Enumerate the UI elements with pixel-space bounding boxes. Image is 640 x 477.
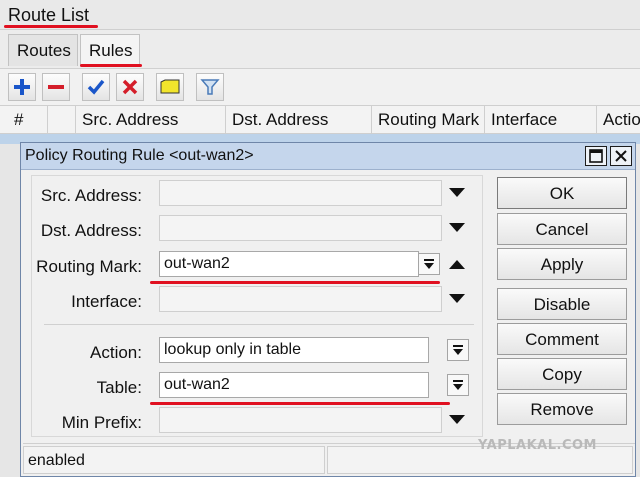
column-header-flags[interactable] [48,106,76,134]
copy-button[interactable]: Copy [497,358,627,390]
cancel-button[interactable]: Cancel [497,213,627,245]
close-icon [615,150,627,162]
expand-arrow-icon[interactable] [446,217,468,239]
min-prefix-field[interactable] [159,407,442,433]
status-text: enabled [23,446,325,474]
tab-routes[interactable]: Routes [8,34,78,66]
window-titlebar: Route List [0,0,640,30]
disable-button[interactable]: Disable [497,288,627,320]
routing-mark-label: Routing Mark: [36,257,142,276]
interface-label: Interface: [71,292,142,311]
filter-icon [200,79,220,95]
expand-arrow-icon[interactable] [446,409,468,431]
comment-button[interactable]: Comment [497,323,627,355]
expand-arrow-icon[interactable] [446,288,468,310]
remove-button[interactable]: Remove [497,393,627,425]
tab-label: Rules [89,41,133,60]
toolbar [0,68,640,106]
divider [44,324,474,325]
window-title: Route List [8,5,90,25]
table-label: Table: [96,378,142,397]
plus-icon [14,79,30,95]
tab-label: Routes [17,41,71,60]
apply-button[interactable]: Apply [497,248,627,280]
watermark: YAPLAKAL.COM [478,438,597,453]
minus-icon [48,85,64,89]
dst-address-label: Dst. Address: [40,221,142,240]
src-address-label: Src. Address: [40,186,142,205]
collapse-arrow-icon[interactable] [446,254,468,276]
check-icon [87,79,105,95]
column-header-dst-address[interactable]: Dst. Address [226,106,372,134]
table-header: # Src. Address Dst. Address Routing Mark… [0,106,640,134]
src-address-field[interactable] [159,180,442,206]
column-header-number[interactable]: # [0,106,48,134]
routing-mark-field[interactable]: out-wan2 [159,251,419,277]
action-dropdown-button[interactable] [447,339,469,361]
remove-button[interactable] [42,73,70,101]
table-dropdown-button[interactable] [447,374,469,396]
tab-bar: Routes Rules [0,30,640,68]
filter-button[interactable] [196,73,224,101]
cross-icon [122,79,138,95]
annotation-underline [80,64,142,67]
action-label: Action: [90,343,142,362]
close-button[interactable] [610,146,632,166]
dialog-title: Policy Routing Rule <out-wan2> [25,147,254,164]
add-button[interactable] [8,73,36,101]
rule-form-panel: Src. Address: Dst. Address: Routing Mark… [31,175,483,437]
dialog-titlebar[interactable]: Policy Routing Rule <out-wan2> [21,143,635,170]
maximize-button[interactable] [585,146,607,166]
annotation-underline [150,281,440,284]
column-header-interface[interactable]: Interface [485,106,597,134]
ok-button[interactable]: OK [497,177,627,209]
action-select[interactable]: lookup only in table [159,337,429,363]
disable-button[interactable] [116,73,144,101]
maximize-icon [589,149,603,163]
enable-button[interactable] [82,73,110,101]
table-select[interactable]: out-wan2 [159,372,429,398]
annotation-underline [150,402,450,405]
expand-arrow-icon[interactable] [446,182,468,204]
interface-field[interactable] [159,286,442,312]
dropdown-icon [453,345,463,355]
comment-button[interactable] [156,73,184,101]
tab-rules[interactable]: Rules [80,34,140,66]
column-header-routing-mark[interactable]: Routing Mark [372,106,485,134]
dst-address-field[interactable] [159,215,442,241]
column-header-src-address[interactable]: Src. Address [76,106,226,134]
min-prefix-label: Min Prefix: [61,413,142,432]
policy-routing-rule-dialog: Policy Routing Rule <out-wan2> Src. Addr… [20,142,636,477]
annotation-underline [4,25,98,28]
column-header-action[interactable]: Action [597,106,640,134]
dropdown-icon [424,259,434,269]
comment-icon [160,79,180,94]
routing-mark-dropdown-button[interactable] [418,253,440,275]
dropdown-icon [453,380,463,390]
